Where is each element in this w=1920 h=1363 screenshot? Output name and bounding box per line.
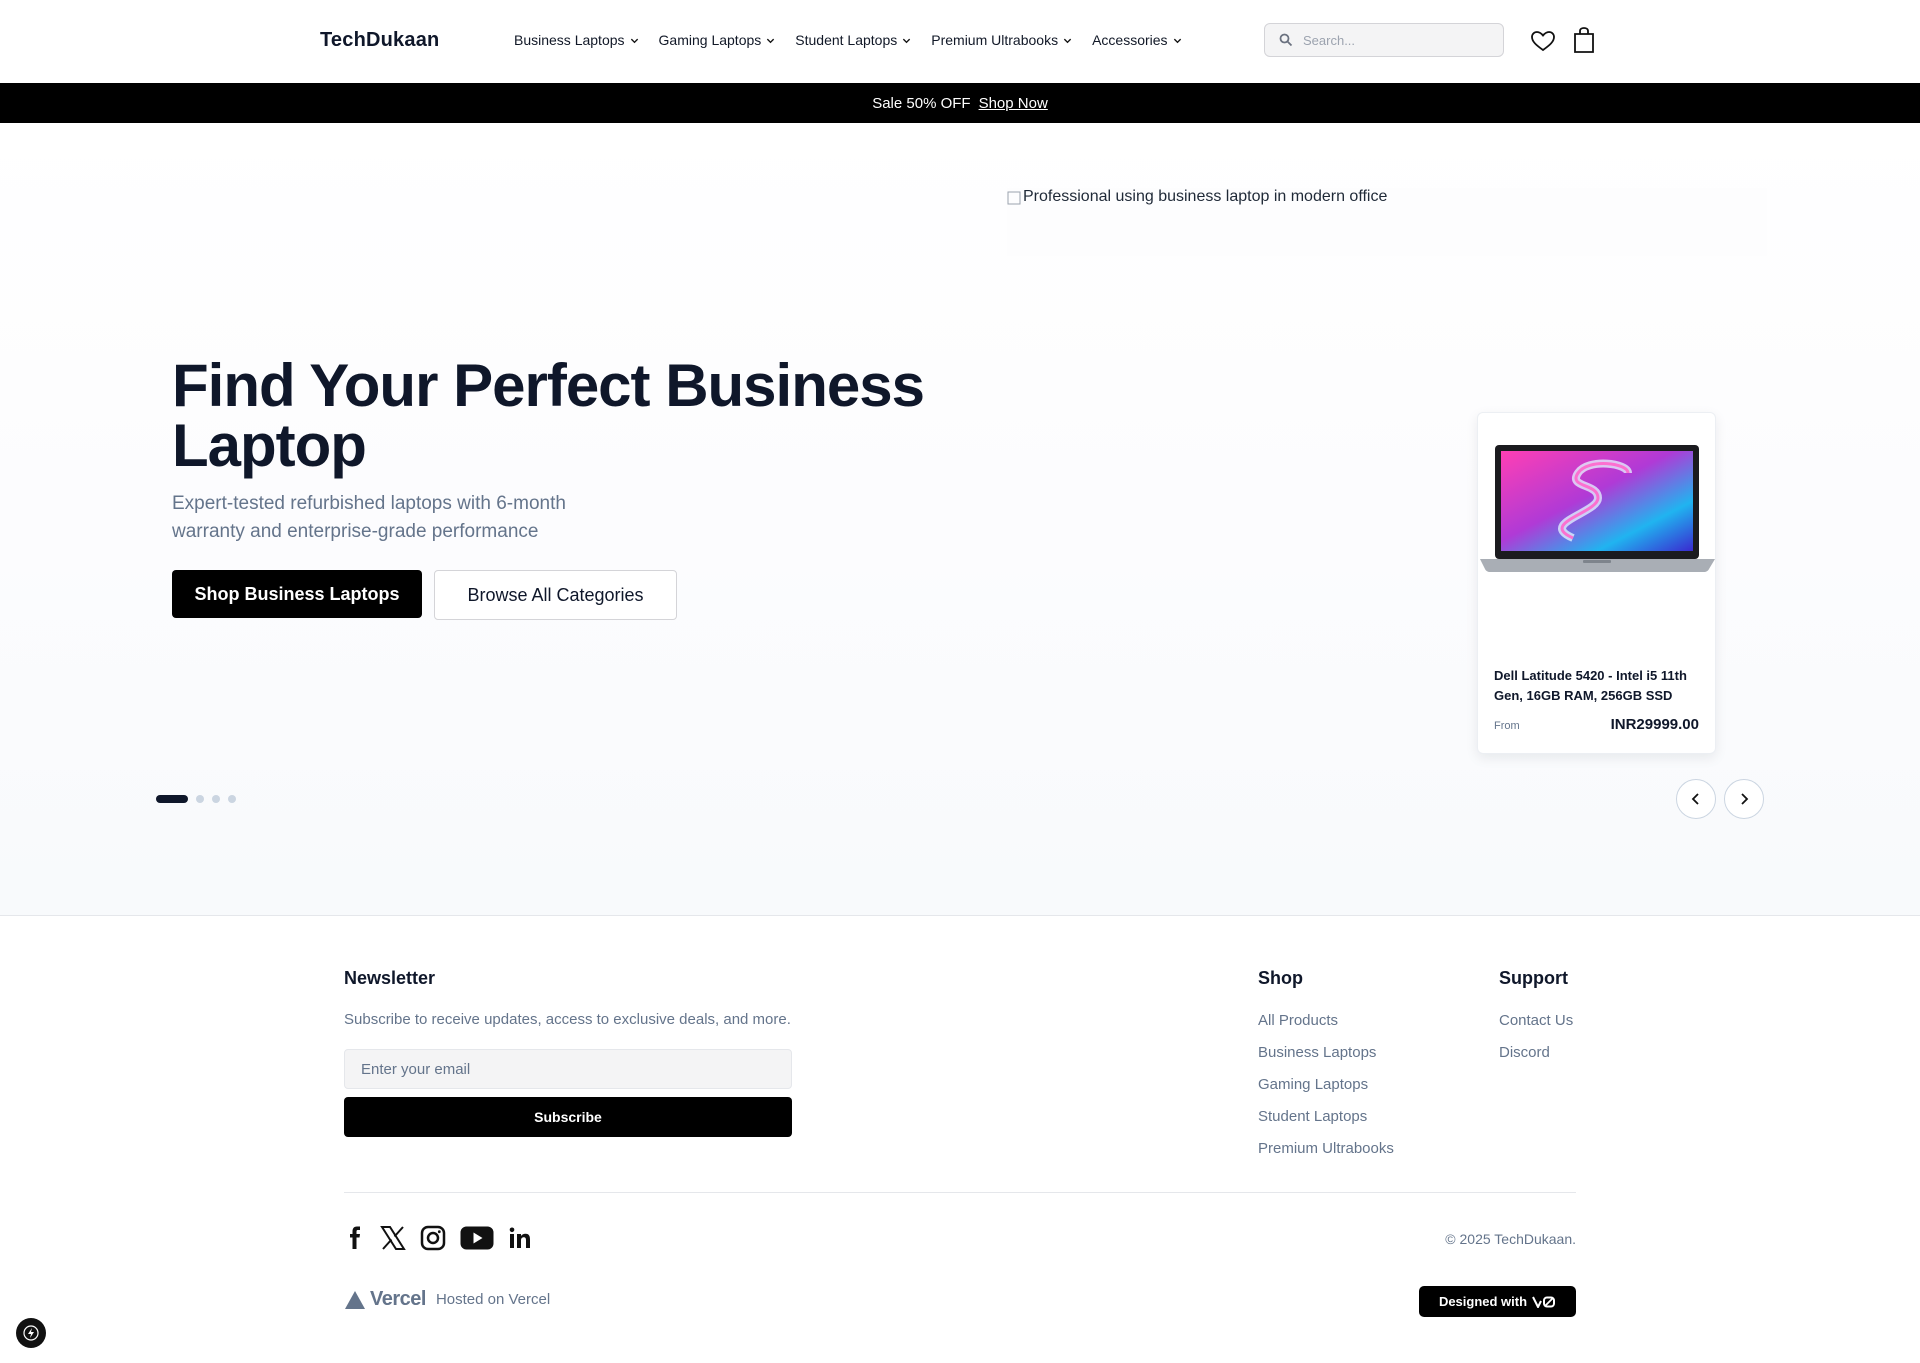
nav-accessories[interactable]: Accessories [1092,32,1181,48]
carousel-dot-3[interactable] [212,795,220,803]
carousel-dot-4[interactable] [228,795,236,803]
social-links [344,1225,532,1251]
carousel-next-button[interactable] [1724,779,1764,819]
hero-title: Find Your Perfect Business Laptop [172,352,925,479]
footer-link-discord[interactable]: Discord [1499,1043,1573,1063]
hero-carousel: Professional using business laptop in mo… [0,123,1920,915]
vercel-triangle-icon [345,1290,365,1309]
site-logo[interactable]: TechDukaan [320,29,439,52]
nav-gaming-laptops[interactable]: Gaming Laptops [659,32,776,48]
designed-with-v0-badge[interactable]: Designed with [1419,1286,1576,1317]
footer-link-contact-us[interactable]: Contact Us [1499,1011,1573,1031]
footer-shop-column: Shop All Products Business Laptops Gamin… [1258,968,1394,1171]
shopping-bag-icon[interactable] [1572,26,1596,54]
footer-support-column: Support Contact Us Discord [1499,968,1573,1075]
chevron-down-icon [1063,38,1072,43]
subscribe-button[interactable]: Subscribe [344,1097,792,1137]
copyright-text: © 2025 TechDukaan. [1445,1231,1576,1247]
footer-link-business-laptops[interactable]: Business Laptops [1258,1043,1394,1063]
hero-subtitle: Expert-tested refurbished laptops with 6… [172,493,566,542]
instagram-icon[interactable] [420,1225,446,1251]
chevron-down-icon [630,38,638,43]
featured-product-card[interactable]: Dell Latitude 5420 - Intel i5 11th Gen, … [1477,412,1716,754]
email-field[interactable] [344,1049,792,1089]
nav-student-laptops[interactable]: Student Laptops [795,32,911,48]
nav-label: Premium Ultrabooks [931,32,1059,48]
footer-link-student-laptops[interactable]: Student Laptops [1258,1107,1394,1127]
chevron-right-icon [1741,793,1749,805]
linkedin-icon[interactable] [508,1226,532,1250]
footer-link-premium-ultrabooks[interactable]: Premium Ultrabooks [1258,1139,1394,1159]
nav-label: Student Laptops [795,32,898,48]
v0-logo-icon [1532,1296,1556,1308]
shop-business-laptops-button[interactable]: Shop Business Laptops [172,570,422,618]
search-input[interactable] [1303,32,1493,48]
promo-text: Sale 50% OFF [872,94,971,112]
footer-divider [344,1192,1576,1193]
vercel-logo: Vercel [344,1288,426,1311]
carousel-dot-2[interactable] [196,795,204,803]
promo-shop-now-link[interactable]: Shop Now [979,95,1048,112]
vercel-logo-text: Vercel [370,1288,426,1310]
search-icon [1279,33,1293,47]
product-name: Dell Latitude 5420 - Intel i5 11th Gen, … [1494,668,1687,703]
laptop-image [1480,445,1715,572]
price-from-label: From [1494,720,1520,732]
chevron-left-icon [1691,793,1699,805]
hosted-on-vercel-text: Hosted on Vercel [435,1291,551,1308]
product-price: INR29999.00 [1610,716,1699,733]
nav-label: Gaming Laptops [658,32,762,48]
nav-premium-ultrabooks[interactable]: Premium Ultrabooks [931,32,1072,48]
footer-shop-title: Shop [1258,968,1303,988]
nav-label: Business Laptops [514,32,625,48]
hero-image-alt: Professional using business laptop in mo… [1023,188,1388,205]
promo-banner: Sale 50% OFF Shop Now [0,83,1920,123]
footer-support-title: Support [1499,968,1568,988]
nav-label: Accessories [1092,32,1168,48]
newsletter-title: Newsletter [344,968,436,988]
footer-link-gaming-laptops[interactable]: Gaming Laptops [1258,1075,1394,1095]
main-nav: Business Laptops Gaming Laptops Student … [514,32,1202,48]
facebook-icon[interactable] [344,1226,366,1250]
carousel-prev-button[interactable] [1676,779,1716,819]
heart-icon[interactable] [1530,29,1556,53]
carousel-indicators [156,795,236,803]
newsletter-text: Subscribe to receive updates, access to … [344,1011,791,1028]
site-footer: Newsletter Subscribe to receive updates,… [0,915,1920,1363]
browse-all-categories-button[interactable]: Browse All Categories [434,570,677,620]
chevron-down-icon [903,38,911,43]
chevron-down-icon [767,38,775,43]
youtube-icon[interactable] [460,1226,494,1250]
site-header: TechDukaan Business Laptops Gaming Lapto… [0,0,1920,83]
hosted-on-vercel[interactable]: Vercel Hosted on Vercel [344,1288,550,1311]
carousel-dot-1[interactable] [156,795,188,803]
hero-image: Professional using business laptop in mo… [1007,188,1767,256]
nav-business-laptops[interactable]: Business Laptops [514,32,639,48]
dev-tools-button[interactable] [16,1318,46,1348]
designed-with-label: Designed with [1438,1294,1528,1309]
broken-image-icon [1007,191,1021,205]
chevron-down-icon [1173,38,1181,43]
search-box[interactable] [1264,23,1504,57]
footer-link-all-products[interactable]: All Products [1258,1011,1394,1031]
x-icon[interactable] [380,1225,406,1251]
lightning-icon [23,1325,39,1341]
